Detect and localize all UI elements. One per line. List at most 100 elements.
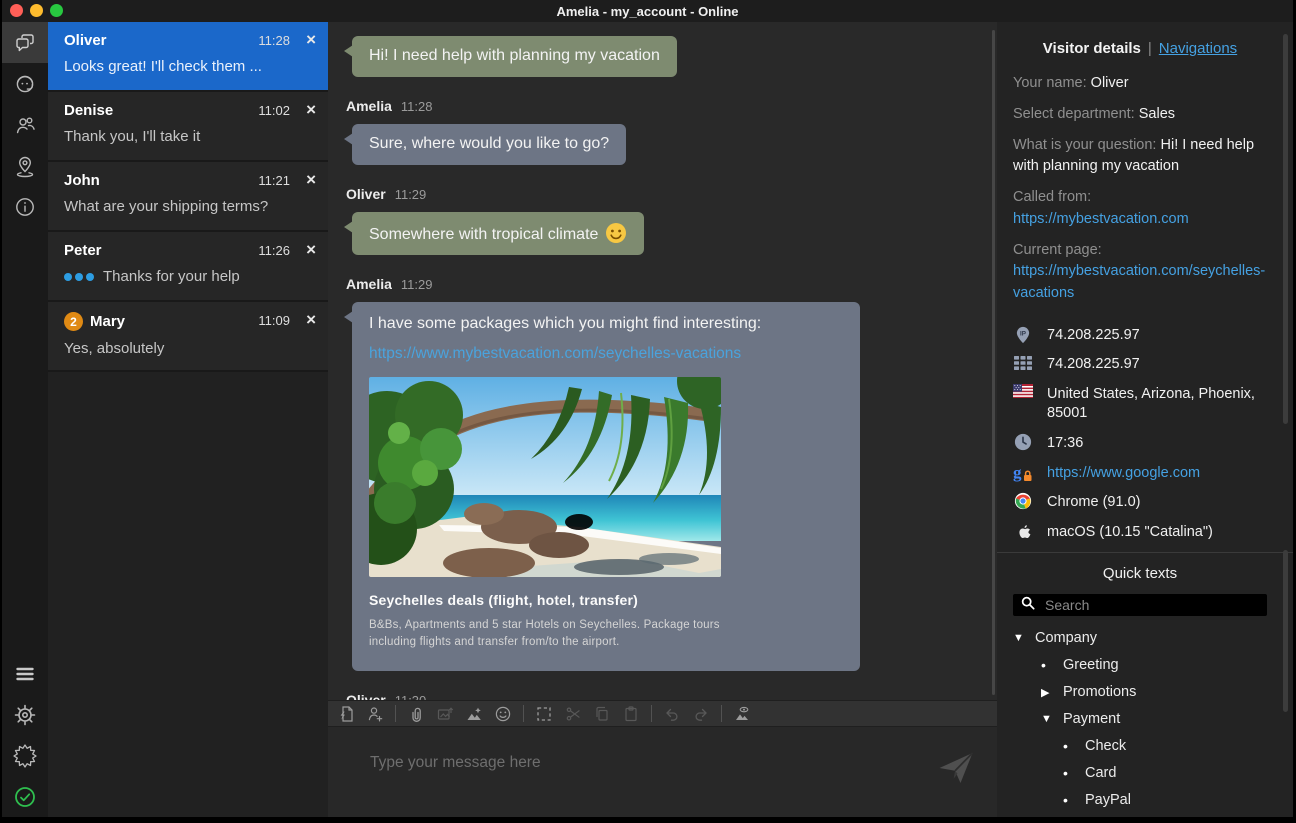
rail-info-tab[interactable] (2, 186, 48, 227)
details-scrollbar[interactable] (1283, 34, 1288, 424)
chat-list-item-peter[interactable]: Peter 11:26 × Thanks for your help (48, 232, 328, 302)
send-message-icon[interactable] (938, 751, 974, 790)
info-row-referrer: g https://www.google.com (1013, 462, 1267, 484)
message-label: Amelia11:28 (346, 98, 986, 114)
visitors-icon (13, 113, 37, 137)
message-label: Oliver11:30 (346, 692, 986, 700)
info-row-ip: IP 74.208.225.97 (1013, 324, 1267, 346)
close-window-button[interactable] (10, 4, 23, 17)
chat-list-item-denise[interactable]: Denise 11:02 × Thank you, I'll take it (48, 92, 328, 162)
transfer-chat-icon[interactable] (366, 705, 384, 723)
chat-scrollbar[interactable] (992, 30, 995, 695)
emoji-icon[interactable] (494, 705, 512, 723)
panel-header: Visitor details|Navigations (1013, 40, 1267, 57)
rail-notifications-button[interactable] (2, 735, 48, 776)
info-row-browser: Chrome (91.0) (1013, 491, 1267, 513)
tree-node-greeting[interactable]: •Greeting (1013, 657, 1267, 673)
bullet-icon: • (1063, 792, 1085, 808)
chat-preview: Thanks for your help (64, 268, 299, 285)
close-chat-icon[interactable]: × (306, 310, 316, 330)
quick-text-icon[interactable] (337, 705, 355, 723)
visitor-message: Somewhere with tropical climate (352, 212, 644, 256)
ip-icon: IP (1013, 324, 1033, 345)
apple-icon (1013, 521, 1033, 542)
rail-map-tab[interactable] (2, 145, 48, 186)
agent-headset-icon (13, 72, 37, 96)
chat-list-item-john[interactable]: John 11:21 × What are your shipping term… (48, 162, 328, 232)
agent-card-message: I have some packages which you might fin… (352, 302, 860, 671)
composer (328, 727, 1002, 817)
attach-file-icon[interactable] (407, 705, 425, 723)
expanded-triangle-icon[interactable]: ▼ (1013, 632, 1035, 644)
bullet-icon: • (1063, 765, 1085, 781)
minimize-window-button[interactable] (30, 4, 43, 17)
undo-icon[interactable] (663, 705, 681, 723)
vacation-link[interactable]: https://www.mybestvacation.com/seychelle… (369, 344, 843, 364)
chat-name: John (64, 172, 268, 189)
redo-icon[interactable] (692, 705, 710, 723)
paste-icon[interactable] (622, 705, 640, 723)
search-input[interactable] (1043, 596, 1259, 614)
visitor-details-title: Visitor details (1043, 40, 1141, 57)
message-label: Oliver11:29 (346, 186, 986, 202)
screenshot-icon[interactable] (465, 705, 483, 723)
online-check-icon (13, 785, 37, 809)
message-input[interactable] (368, 753, 908, 773)
info-row-location: United States, Arizona, Phoenix, 85001 (1013, 383, 1267, 424)
rail-agent-tab[interactable] (2, 63, 48, 104)
card-title: Seychelles deals (flight, hotel, transfe… (369, 591, 843, 609)
svg-text:IP: IP (1020, 330, 1026, 337)
rail-chats-tab[interactable] (2, 22, 48, 63)
field-question: What is your question: Hi! I need help w… (1013, 135, 1267, 179)
upload-image-icon[interactable] (436, 705, 454, 723)
unread-count-badge: 2 (64, 312, 83, 331)
tree-node-paypal[interactable]: •PayPal (1013, 792, 1267, 808)
close-chat-icon[interactable]: × (306, 240, 316, 260)
select-area-icon[interactable] (535, 705, 553, 723)
smiley-emoji-icon (605, 222, 627, 244)
expanded-triangle-icon[interactable]: ▼ (1041, 713, 1063, 725)
visitor-message: Hi! I need help with planning my vacatio… (352, 36, 677, 77)
visitor-details-panel: Visitor details|Navigations Your name: O… (997, 22, 1293, 817)
tree-node-payment[interactable]: ▼Payment (1013, 711, 1267, 727)
left-icon-rail (2, 22, 48, 817)
called-from-link[interactable]: https://mybestvacation.com (1013, 211, 1189, 227)
titlebar: Amelia - my_account - Online (2, 0, 1293, 22)
tree-node-check[interactable]: •Check (1013, 738, 1267, 754)
copy-icon[interactable] (593, 705, 611, 723)
quick-texts-search[interactable] (1013, 594, 1267, 616)
info-row-time: 17:36 (1013, 432, 1267, 454)
close-chat-icon[interactable]: × (306, 170, 316, 190)
chat-name: Denise (64, 102, 268, 119)
tree-node-company[interactable]: ▼Company (1013, 630, 1267, 646)
cut-icon[interactable] (564, 705, 582, 723)
current-page-link[interactable]: https://mybestvacation.com/seychelles-va… (1013, 263, 1265, 301)
close-chat-icon[interactable]: × (306, 100, 316, 120)
chat-list-item-oliver[interactable]: Oliver 11:28 × Looks great! I'll check t… (48, 22, 328, 92)
tree-node-card[interactable]: •Card (1013, 765, 1267, 781)
app-window: Amelia - my_account - Online (2, 0, 1293, 817)
chrome-icon (1013, 491, 1033, 510)
collapsed-triangle-icon[interactable]: ▶ (1041, 686, 1063, 699)
info-icon (13, 195, 37, 219)
preview-image-icon[interactable] (733, 705, 751, 723)
hamburger-menu-icon (13, 662, 37, 686)
seychelles-beach-image[interactable] (369, 377, 721, 577)
message-history: Hi! I need help with planning my vacatio… (328, 22, 1002, 700)
rail-visitors-tab[interactable] (2, 104, 48, 145)
quick-texts-scrollbar[interactable] (1283, 550, 1288, 712)
rail-status-button[interactable] (2, 776, 48, 817)
close-chat-icon[interactable]: × (306, 30, 316, 50)
chat-list-item-mary[interactable]: 2 Mary 11:09 × Yes, absolutely (48, 302, 328, 372)
typing-indicator-icon (64, 273, 94, 281)
chat-time: 11:21 (258, 173, 290, 188)
rail-menu-button[interactable] (2, 653, 48, 694)
zoom-window-button[interactable] (50, 4, 63, 17)
tree-node-promotions[interactable]: ▶Promotions (1013, 684, 1267, 700)
referrer-link[interactable]: https://www.google.com (1047, 462, 1200, 484)
chat-preview: What are your shipping terms? (64, 198, 299, 215)
card-message-text: I have some packages which you might fin… (369, 315, 761, 332)
rail-settings-button[interactable] (2, 694, 48, 735)
chat-time: 11:26 (258, 243, 290, 258)
navigations-link[interactable]: Navigations (1159, 40, 1237, 57)
